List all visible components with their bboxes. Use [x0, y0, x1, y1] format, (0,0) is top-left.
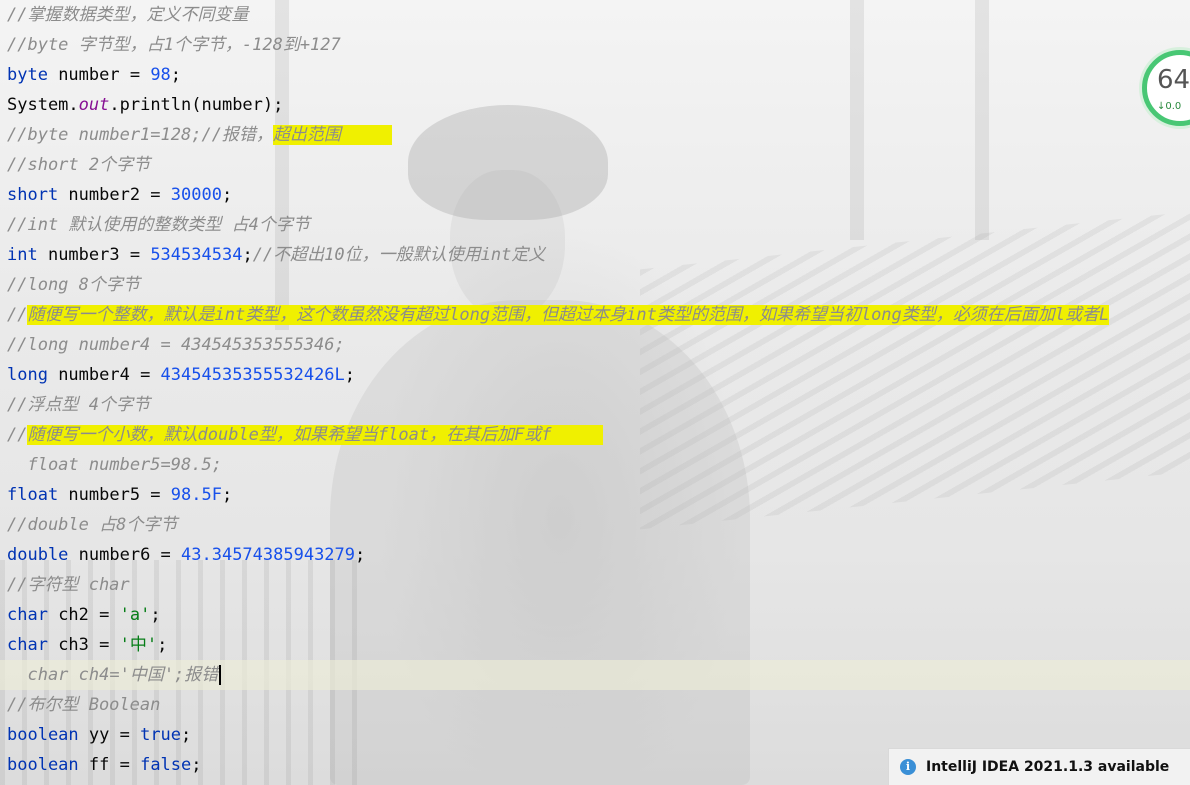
- current-line[interactable]: char ch4='中国';报错: [0, 660, 1190, 690]
- code-line[interactable]: //byte number1=128;//报错，超出范围: [0, 120, 1190, 150]
- number-literal: 534534534: [150, 245, 243, 265]
- keyword: int: [7, 245, 38, 265]
- semicolon: ;: [344, 365, 356, 385]
- identifier: ch3 =: [47, 635, 120, 655]
- code-line[interactable]: //随便写一个整数，默认是int类型，这个数虽然没有超过long范围，但超过本身…: [0, 300, 1190, 330]
- comment: //浮点型 4个字节: [7, 395, 150, 415]
- identifier: ch2 =: [47, 605, 120, 625]
- keyword: byte: [7, 65, 48, 85]
- comment: //不超出10位，一般默认使用int定义: [252, 245, 546, 265]
- code-line[interactable]: //布尔型 Boolean: [0, 690, 1190, 720]
- number-literal: 30000: [170, 185, 222, 205]
- comment: //掌握数据类型，定义不同变量: [7, 5, 249, 25]
- number-literal: 98: [150, 65, 171, 85]
- semicolon: ;: [221, 485, 233, 505]
- keyword: short: [7, 185, 59, 205]
- semicolon: ;: [181, 725, 192, 745]
- code-line[interactable]: char ch3 = '中';: [0, 630, 1190, 660]
- identifier: number5 =: [58, 485, 171, 505]
- identifier: ff =: [78, 755, 141, 775]
- comment: //: [7, 305, 28, 325]
- code-line[interactable]: int number3 = 534534534;//不超出10位，一般默认使用i…: [0, 240, 1190, 270]
- code-line[interactable]: //byte 字节型，占1个字节，-128到+127: [0, 30, 1190, 60]
- code-line[interactable]: //double 占8个字节: [0, 510, 1190, 540]
- boolean-literal: false: [140, 755, 192, 775]
- semicolon: ;: [150, 605, 161, 625]
- comment: //double 占8个字节: [7, 515, 178, 535]
- keyword: char: [7, 605, 48, 625]
- identifier: yy =: [78, 725, 141, 745]
- highlighted-comment: 随便写一个整数，默认是int类型，这个数虽然没有超过long范围，但超过本身in…: [27, 305, 1110, 325]
- identifier: number4 =: [47, 365, 161, 385]
- comment: //byte 字节型，占1个字节，-128到+127: [7, 35, 341, 55]
- highlighted-comment: 超出范围: [272, 125, 393, 145]
- semicolon: ;: [191, 755, 202, 775]
- number-literal: 43.34574385943279: [181, 545, 356, 565]
- char-literal: '中': [119, 635, 158, 655]
- code-line[interactable]: //浮点型 4个字节: [0, 390, 1190, 420]
- commented-code: char ch4='中国';报错: [7, 665, 219, 685]
- keyword: double: [7, 545, 69, 565]
- meter-value: 64: [1157, 65, 1190, 95]
- code-line[interactable]: double number6 = 43.34574385943279;: [0, 540, 1190, 570]
- identifier: number3 =: [37, 245, 151, 265]
- code-line[interactable]: byte number = 98;: [0, 60, 1190, 90]
- number-literal: 43454535355532426L: [160, 365, 345, 385]
- semicolon: ;: [170, 65, 182, 85]
- text-caret: [219, 665, 222, 685]
- comment: //int 默认使用的整数类型 占4个字节: [7, 215, 310, 235]
- boolean-literal: true: [140, 725, 182, 745]
- code-line[interactable]: //long 8个字节: [0, 270, 1190, 300]
- code-line[interactable]: //int 默认使用的整数类型 占4个字节: [0, 210, 1190, 240]
- comment: //: [7, 425, 28, 445]
- keyword: float: [7, 485, 59, 505]
- static-field: out: [78, 95, 110, 115]
- semicolon: ;: [221, 185, 233, 205]
- keyword: long: [7, 365, 48, 385]
- semicolon: ;: [242, 245, 253, 265]
- code-editor[interactable]: //掌握数据类型，定义不同变量 //byte 字节型，占1个字节，-128到+1…: [0, 0, 1190, 780]
- comment: //byte number1=128;//报错，: [7, 125, 273, 145]
- code-line[interactable]: //short 2个字节: [0, 150, 1190, 180]
- meter-sub-value: ↓0.0: [1157, 101, 1182, 112]
- keyword: char: [7, 635, 48, 655]
- code-line[interactable]: short number2 = 30000;: [0, 180, 1190, 210]
- char-literal: 'a': [119, 605, 151, 625]
- code-line[interactable]: System.out.println(number);: [0, 90, 1190, 120]
- identifier: number6 =: [68, 545, 182, 565]
- code-line[interactable]: char ch2 = 'a';: [0, 600, 1190, 630]
- semicolon: ;: [157, 635, 168, 655]
- number-literal: 98.5F: [170, 485, 222, 505]
- info-icon: i: [900, 759, 916, 775]
- notification-text: IntelliJ IDEA 2021.1.3 available: [926, 759, 1170, 775]
- identifier: .println(number);: [109, 95, 284, 115]
- keyword: boolean: [7, 725, 79, 745]
- update-notification[interactable]: i IntelliJ IDEA 2021.1.3 available: [888, 748, 1190, 785]
- code-line[interactable]: long number4 = 43454535355532426L;: [0, 360, 1190, 390]
- code-line[interactable]: boolean yy = true;: [0, 720, 1190, 750]
- code-line[interactable]: float number5 = 98.5F;: [0, 480, 1190, 510]
- keyword: boolean: [7, 755, 79, 775]
- comment: //布尔型 Boolean: [7, 695, 161, 715]
- comment: //long number4 = 434545353555346;: [7, 335, 345, 355]
- commented-code: float number5=98.5;: [7, 455, 222, 475]
- identifier: System.: [7, 95, 79, 115]
- comment: //short 2个字节: [7, 155, 151, 175]
- code-line[interactable]: //掌握数据类型，定义不同变量: [0, 0, 1190, 30]
- highlighted-comment: 随便写一个小数，默认double型，如果希望当float，在其后加F或f: [27, 425, 603, 445]
- code-line[interactable]: //long number4 = 434545353555346;: [0, 330, 1190, 360]
- comment: //字符型 char: [7, 575, 130, 595]
- semicolon: ;: [355, 545, 366, 565]
- comment: //long 8个字节: [7, 275, 140, 295]
- identifier: number2 =: [58, 185, 171, 205]
- identifier: number =: [47, 65, 151, 85]
- code-line[interactable]: float number5=98.5;: [0, 450, 1190, 480]
- code-line[interactable]: //随便写一个小数，默认double型，如果希望当float，在其后加F或f: [0, 420, 1190, 450]
- code-line[interactable]: //字符型 char: [0, 570, 1190, 600]
